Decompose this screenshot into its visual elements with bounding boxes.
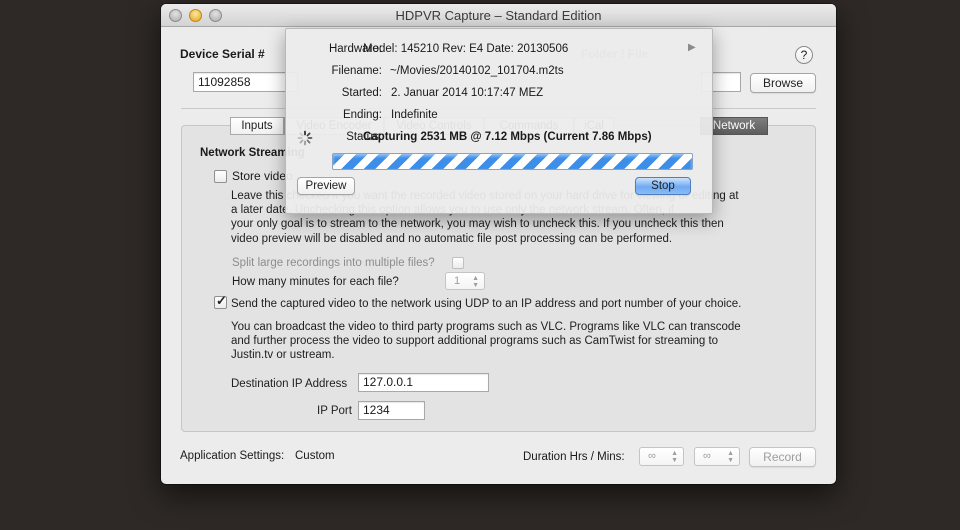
stepper-arrows-icon[interactable]: ▲ ▼ xyxy=(472,273,479,289)
capture-progress-bar xyxy=(332,153,693,170)
dest-ip-label: Destination IP Address xyxy=(231,378,348,390)
stop-button[interactable]: Stop xyxy=(635,177,691,195)
play-arrow-icon[interactable]: ▶ xyxy=(688,42,696,53)
minutes-per-file-stepper[interactable]: 1 ▲ ▼ xyxy=(445,272,485,290)
minutes-value: 1 xyxy=(454,275,461,287)
zoom-window-button[interactable] xyxy=(209,9,222,22)
store-video-checkbox[interactable] xyxy=(214,170,227,183)
started-label: Started: xyxy=(341,87,382,99)
desc-line: Justin.tv or ustream. xyxy=(231,349,335,362)
ending-value: Indefinite xyxy=(391,109,438,121)
window-title: HDPVR Capture – Standard Edition xyxy=(395,8,602,23)
udp-stream-label: Send the captured video to the network u… xyxy=(231,298,742,310)
title-bar: HDPVR Capture – Standard Edition xyxy=(161,4,836,27)
minimize-window-button[interactable] xyxy=(189,9,202,22)
status-value: Capturing 2531 MB @ 7.12 Mbps (Current 7… xyxy=(363,131,652,143)
ip-port-field[interactable]: 1234 xyxy=(358,401,425,420)
filename-value: ~/Movies/20140102_101704.m2ts xyxy=(390,65,564,77)
hours-value: ∞ xyxy=(648,450,656,462)
help-button[interactable]: ? xyxy=(795,46,813,64)
ip-port-label: IP Port xyxy=(317,405,352,417)
record-button[interactable]: Record xyxy=(749,447,816,467)
dest-ip-field[interactable]: 127.0.0.1 xyxy=(358,373,489,392)
duration-hours-stepper[interactable]: ∞ ▲ ▼ xyxy=(639,447,684,466)
store-video-label: Store video xyxy=(232,169,293,183)
udp-stream-checkbox[interactable]: ✓ xyxy=(214,293,227,309)
desc-line: and further process the video to support… xyxy=(231,335,719,348)
device-serial-label: Device Serial # xyxy=(180,47,265,61)
minutes-per-file-label: How many minutes for each file? xyxy=(232,276,399,288)
split-recordings-checkbox[interactable] xyxy=(452,257,464,269)
close-window-button[interactable] xyxy=(169,9,182,22)
tab-inputs[interactable]: Inputs xyxy=(230,117,284,135)
preview-button[interactable]: Preview xyxy=(297,177,355,195)
stepper-arrows-icon[interactable]: ▲ ▼ xyxy=(671,448,678,464)
app-settings-value: Custom xyxy=(295,450,335,462)
minutes-value: ∞ xyxy=(703,450,711,462)
ending-label: Ending: xyxy=(342,109,382,121)
duration-minutes-stepper[interactable]: ∞ ▲ ▼ xyxy=(694,447,740,466)
hardware-value: Model: 145210 Rev: E4 Date: 20130506 xyxy=(363,43,569,55)
udp-description: You can broadcast the video to third par… xyxy=(231,320,811,363)
device-serial-field[interactable]: 11092858 xyxy=(193,72,298,92)
app-settings-label: Application Settings: xyxy=(180,450,285,462)
stepper-arrows-icon[interactable]: ▲ ▼ xyxy=(727,448,734,464)
browse-button[interactable]: Browse xyxy=(750,73,816,93)
split-recordings-label: Split large recordings into multiple fil… xyxy=(232,257,435,269)
started-value: 2. Januar 2014 10:17:47 MEZ xyxy=(391,87,544,99)
capture-status-popover: Hardware: Model: 145210 Rev: E4 Date: 20… xyxy=(285,28,713,214)
desc-line: You can broadcast the video to third par… xyxy=(231,321,741,333)
checkmark-icon: ✓ xyxy=(216,293,227,308)
desc-line: video preview will be disabled and no au… xyxy=(231,232,673,245)
duration-label: Duration Hrs / Mins: xyxy=(523,451,625,463)
desc-line: your only goal is to stream to the netwo… xyxy=(231,218,724,231)
filename-label: Filename: xyxy=(331,65,383,77)
